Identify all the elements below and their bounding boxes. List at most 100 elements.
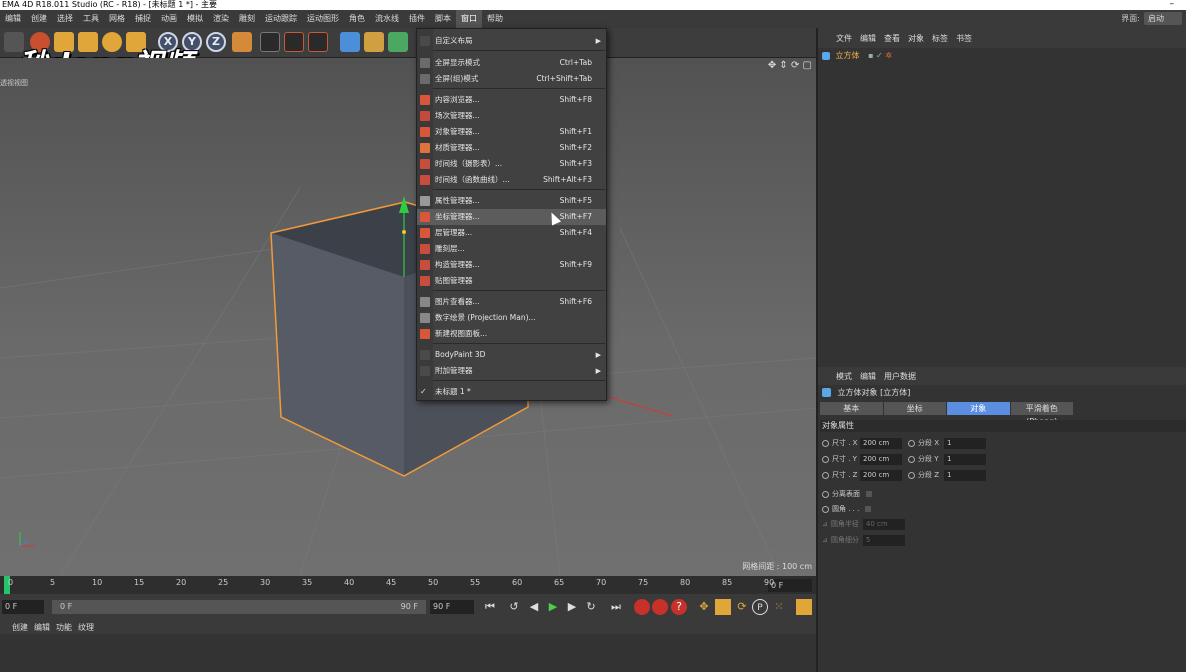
keyframe-selection-icon[interactable]: ? [671, 599, 687, 615]
segments-radio[interactable] [908, 471, 915, 479]
menu-item-3[interactable]: 工具 [78, 10, 104, 28]
key-rotation-icon[interactable]: ⟳ [734, 599, 750, 615]
window-menu-item[interactable]: BodyPaint 3D ▶ [417, 347, 606, 363]
menu-item-12[interactable]: 角色 [344, 10, 370, 28]
window-menu-item[interactable]: 图片查看器... Shift+F6 [417, 294, 606, 310]
render-settings-icon[interactable] [308, 32, 328, 52]
size-radio[interactable] [822, 439, 829, 447]
segments-radio[interactable] [908, 439, 915, 447]
size-field[interactable]: 200 cm [860, 469, 902, 481]
attr-segment[interactable]: 基本 [820, 402, 884, 415]
axis-center[interactable] [402, 230, 406, 234]
menu-item-2[interactable]: 选择 [52, 10, 78, 28]
window-menu-item[interactable]: 自定义布局 ▶ [417, 33, 606, 49]
window-menu-item[interactable]: 层管理器... Shift+F4 [417, 225, 606, 241]
window-menu-item[interactable]: 新建视图面板... [417, 326, 606, 342]
fillet-checkbox[interactable] [865, 506, 872, 512]
window-menu-item[interactable]: 雕刻层... [417, 241, 606, 257]
next-frame-icon[interactable]: ▶ [564, 599, 580, 615]
window-menu-item[interactable]: 构造管理器... Shift+F9 [417, 257, 606, 273]
z-axis-lock-icon[interactable]: Z [206, 32, 226, 52]
cube-icon[interactable] [340, 32, 360, 52]
layout-select[interactable]: 启动 [1144, 12, 1182, 25]
segments-field[interactable]: 1 [944, 437, 986, 449]
window-menu-item[interactable]: 属性管理器... Shift+F5 [417, 193, 606, 209]
size-field[interactable]: 200 cm [860, 437, 902, 449]
timeline-window-icon[interactable] [796, 599, 812, 615]
attr-tab[interactable]: 用户数据 [884, 371, 916, 382]
window-menu-item[interactable]: 对象管理器... Shift+F1 [417, 124, 606, 140]
visibility-icon[interactable]: ▪ ✓ [868, 51, 883, 60]
menu-item-6[interactable]: 动画 [156, 10, 182, 28]
play-icon[interactable]: ▶ [545, 599, 561, 615]
window-menu-item[interactable]: 附加管理器 ▶ [417, 363, 606, 379]
next-key-icon[interactable]: ↻ [583, 599, 599, 615]
menu-item-14[interactable]: 插件 [404, 10, 430, 28]
om-tab[interactable]: 文件 [836, 33, 852, 44]
menu-item-7[interactable]: 模拟 [182, 10, 208, 28]
menu-item-8[interactable]: 渲染 [208, 10, 234, 28]
menu-item-10[interactable]: 运动跟踪 [260, 10, 302, 28]
start-frame-field[interactable]: 0 F [2, 600, 44, 614]
om-tab[interactable]: 对象 [908, 33, 924, 44]
window-menu-item[interactable]: 时间线（摄影表）... Shift+F3 [417, 156, 606, 172]
material-menu-item[interactable]: 功能 [56, 622, 78, 633]
menu-item-5[interactable]: 捕捉 [130, 10, 156, 28]
window-menu-item[interactable]: 场次管理器... [417, 108, 606, 124]
segments-radio[interactable] [908, 455, 915, 463]
current-frame-field[interactable]: 0 F [768, 579, 812, 592]
menu-item-17[interactable]: 帮助 [482, 10, 508, 28]
perspective-viewport[interactable]: 透视视图 ✥ ⇕ ⟳ ▢ 网格间距 : 100 cm [0, 58, 816, 576]
segments-field[interactable]: 1 [944, 453, 986, 465]
menu-item-9[interactable]: 雕刻 [234, 10, 260, 28]
key-pla-icon[interactable]: ⁙ [771, 599, 787, 615]
pen-icon[interactable] [364, 32, 384, 52]
window-menu-item[interactable]: 全屏(组)模式 Ctrl+Shift+Tab [417, 71, 606, 87]
range-slider[interactable]: 0 F 90 F [52, 600, 426, 614]
autokey-icon[interactable] [652, 599, 668, 615]
fillet-subdiv-field[interactable]: 5 [862, 534, 905, 546]
attr-tab[interactable]: 模式 [836, 371, 852, 382]
record-icon[interactable] [634, 599, 650, 615]
om-tab[interactable]: 查看 [884, 33, 900, 44]
window-menu-item[interactable]: 材质管理器... Shift+F2 [417, 140, 606, 156]
key-param-icon[interactable]: P [752, 599, 768, 615]
menu-item-13[interactable]: 流水线 [370, 10, 404, 28]
object-name[interactable]: 立方体 [836, 51, 860, 60]
subdivision-icon[interactable] [388, 32, 408, 52]
attr-tab[interactable]: 编辑 [860, 371, 876, 382]
window-menu-item[interactable]: 数字绘景 (Projection Man)... [417, 310, 606, 326]
material-menu-item[interactable]: 创建 [12, 622, 34, 633]
material-menu-item[interactable]: 编辑 [34, 622, 56, 633]
render-view-icon[interactable] [260, 32, 280, 52]
window-menu-item[interactable]: 贴图管理器 [417, 273, 606, 289]
menu-item-15[interactable]: 脚本 [430, 10, 456, 28]
prev-key-icon[interactable]: ↺ [506, 599, 522, 615]
window-menu-item[interactable]: 内容浏览器... Shift+F8 [417, 92, 606, 108]
window-menu-item[interactable]: 坐标管理器... Shift+F7 [417, 209, 606, 225]
x-axis-handle[interactable] [605, 395, 673, 417]
separate-surfaces-checkbox[interactable] [866, 491, 872, 497]
menu-item-11[interactable]: 运动图形 [302, 10, 344, 28]
tag-icon[interactable]: ✲ [885, 51, 892, 60]
object-row-cube[interactable]: 立方体 ▪ ✓ ✲ [822, 50, 892, 62]
separate-surfaces-radio[interactable] [822, 490, 829, 498]
prev-frame-icon[interactable]: ◀ [526, 599, 542, 615]
fillet-radius-field[interactable]: 40 cm [862, 518, 905, 530]
minimize-button[interactable]: – [1170, 0, 1175, 9]
window-menu-item[interactable]: 时间线（函数曲线）... Shift+Alt+F3 [417, 172, 606, 188]
fillet-radio[interactable] [822, 505, 829, 513]
window-menu-item[interactable]: ✓ 未标题 1 * [417, 384, 606, 400]
menu-item-1[interactable]: 创建 [26, 10, 52, 28]
timeline-ruler[interactable]: 0 F 0 5 10 15 20 25 30 35 40 45 50 55 60 65 70 75 80 85 90 [0, 576, 816, 594]
coordinate-system-icon[interactable] [232, 32, 252, 52]
attr-segment[interactable]: 对象 [947, 402, 1011, 415]
render-picture-viewer-icon[interactable] [284, 32, 304, 52]
go-to-start-icon[interactable]: ⏮ [482, 599, 498, 615]
menu-item-4[interactable]: 网格 [104, 10, 130, 28]
om-tab[interactable]: 书签 [956, 33, 972, 44]
end-frame-field[interactable]: 90 F [430, 600, 474, 614]
material-manager-area[interactable] [0, 634, 816, 672]
attr-segment[interactable]: 坐标 [883, 402, 947, 415]
menu-item-16[interactable]: 窗口 [456, 10, 482, 28]
